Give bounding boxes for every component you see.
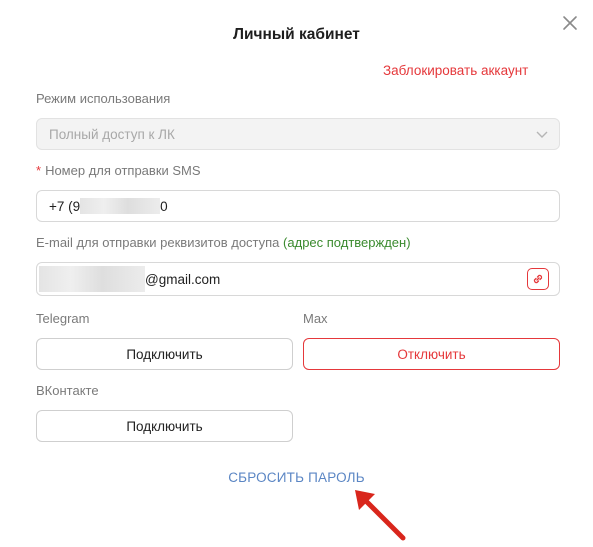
usage-mode-select[interactable]: Полный доступ к ЛК bbox=[36, 118, 560, 150]
email-field[interactable]: @gmail.com bbox=[36, 262, 560, 296]
chevron-down-icon bbox=[535, 127, 549, 141]
phone-suffix: 0 bbox=[160, 198, 168, 214]
close-icon[interactable] bbox=[559, 12, 581, 34]
max-disconnect-button[interactable]: Отключить bbox=[303, 338, 560, 370]
vk-connect-button[interactable]: Подключить bbox=[36, 410, 293, 442]
max-label: Max bbox=[303, 311, 328, 326]
copy-link-icon[interactable] bbox=[527, 268, 549, 290]
email-suffix: @gmail.com bbox=[145, 271, 221, 287]
redacted-text bbox=[80, 198, 161, 214]
required-mark: * bbox=[36, 163, 42, 178]
phone-prefix: +7 (9 bbox=[49, 198, 81, 214]
email-label-text: E-mail для отправки реквизитов доступа bbox=[36, 235, 280, 250]
sms-label: * Номер для отправки SMS bbox=[36, 163, 201, 178]
email-confirmed-status: (адрес подтвержден) bbox=[283, 235, 411, 250]
block-account-link[interactable]: Заблокировать аккаунт bbox=[383, 63, 528, 78]
telegram-label: Telegram bbox=[36, 311, 90, 326]
usage-mode-value: Полный доступ к ЛК bbox=[49, 126, 175, 142]
reset-password-link[interactable]: СБРОСИТЬ ПАРОЛЬ bbox=[0, 470, 593, 485]
usage-mode-label: Режим использования bbox=[36, 91, 171, 106]
telegram-connect-button[interactable]: Подключить bbox=[36, 338, 293, 370]
sms-label-text: Номер для отправки SMS bbox=[45, 163, 201, 178]
arrow-icon bbox=[345, 480, 415, 542]
redacted-text bbox=[39, 266, 145, 292]
dialog-title: Личный кабинет bbox=[233, 26, 360, 43]
email-label: E-mail для отправки реквизитов доступа (… bbox=[36, 235, 411, 250]
vk-label: ВКонтакте bbox=[36, 383, 99, 398]
sms-phone-field[interactable]: +7 (9 0 bbox=[36, 190, 560, 222]
